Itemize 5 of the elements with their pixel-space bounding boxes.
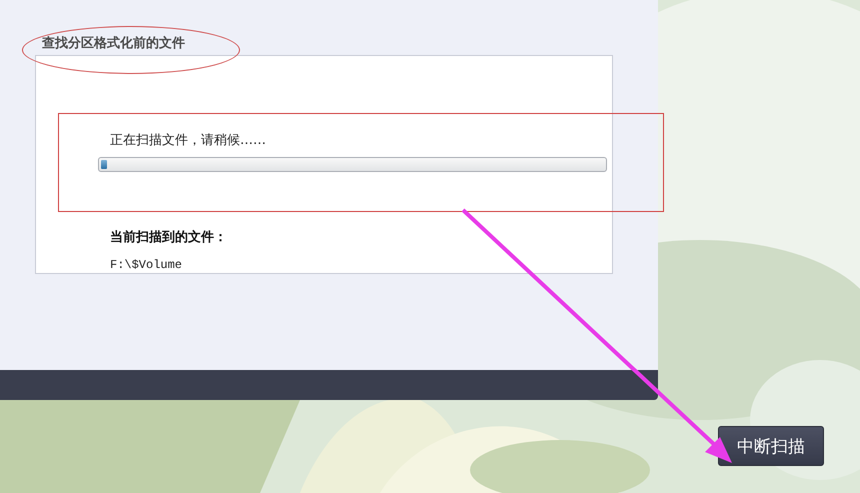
current-file-label: 当前扫描到的文件： (110, 229, 227, 247)
status-text: 正在扫描文件，请稍候…… (110, 132, 266, 150)
stop-scan-button[interactable]: 中断扫描 (718, 426, 824, 466)
dialog-title: 查找分区格式化前的文件 (42, 34, 186, 53)
current-file-path: F:\$Volume (110, 257, 182, 273)
